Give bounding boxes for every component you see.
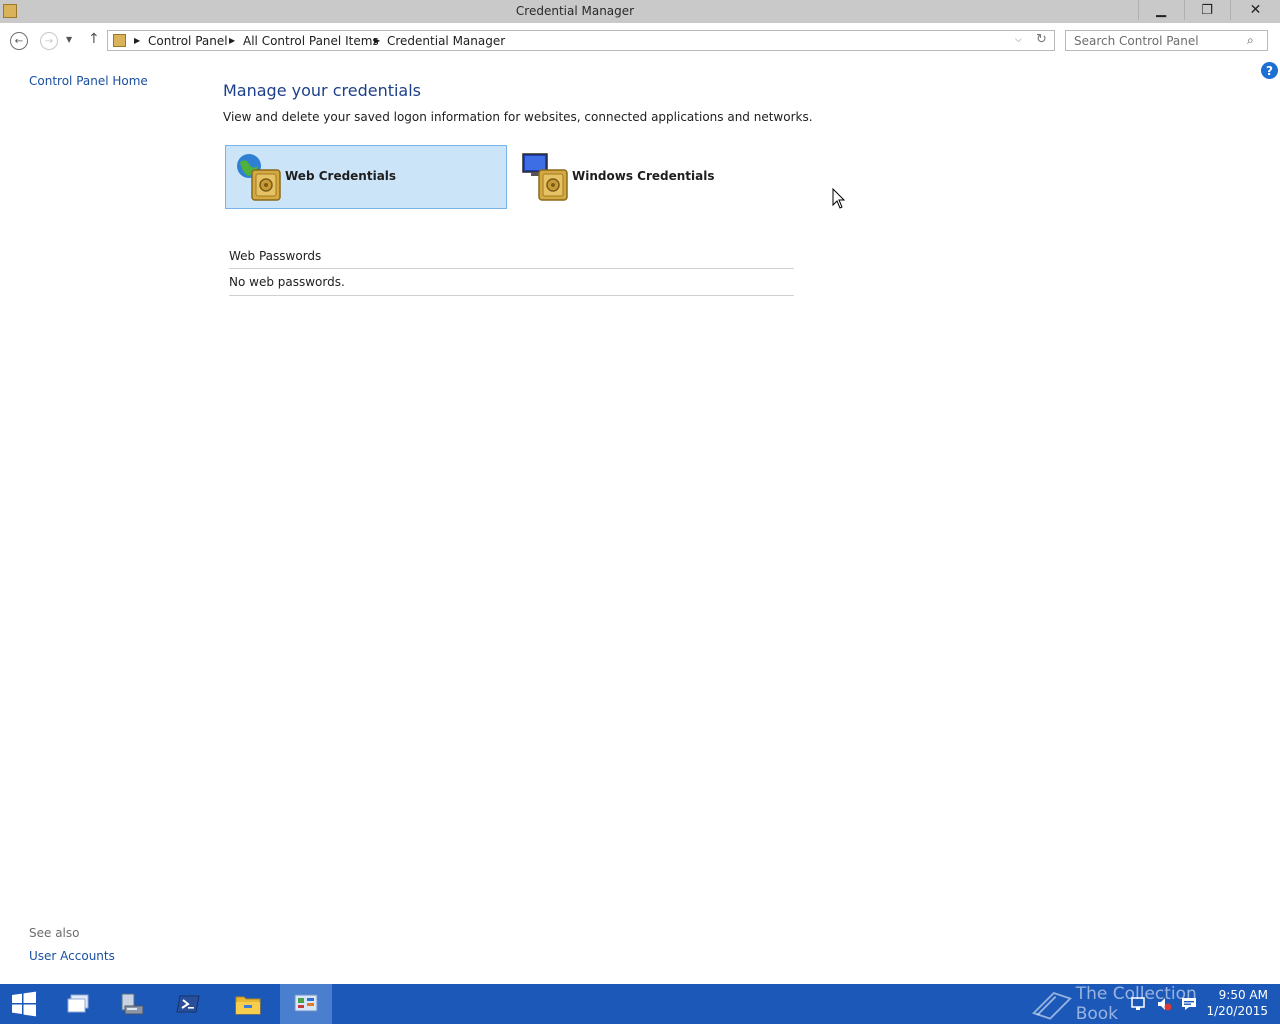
breadcrumb-all-items[interactable]: All Control Panel Items — [243, 34, 379, 48]
globe-vault-icon — [237, 154, 281, 201]
close-button[interactable]: ✕ — [1230, 0, 1280, 20]
windows-credentials-tile[interactable]: Windows Credentials — [512, 145, 794, 209]
back-button[interactable]: ← — [10, 32, 28, 50]
control-panel-icon — [113, 34, 126, 47]
chevron-down-icon: ▼ — [66, 35, 73, 44]
minimize-icon: ▁ — [1156, 2, 1166, 18]
search-box[interactable]: ⌕ — [1065, 30, 1268, 51]
control-panel-home-link[interactable]: Control Panel Home — [29, 74, 148, 88]
powershell-icon — [176, 995, 200, 1013]
breadcrumb-separator-icon[interactable]: ▶ — [229, 36, 235, 45]
windows-logo-icon — [12, 991, 36, 1017]
network-icon[interactable] — [1130, 996, 1146, 1012]
title-bar: Credential Manager ▁ ❐ ✕ — [0, 0, 1280, 23]
web-credentials-tile[interactable]: Web Credentials — [225, 145, 507, 209]
taskbar-task-view-button[interactable] — [52, 984, 104, 1024]
speaker-muted-icon[interactable] — [1156, 996, 1172, 1012]
start-button[interactable] — [0, 984, 48, 1024]
up-button[interactable]: ↑ — [88, 31, 100, 47]
clock-time: 9:50 AM — [1218, 988, 1268, 1002]
window-title: Credential Manager — [515, 4, 635, 18]
arrow-right-icon: → — [44, 35, 54, 47]
web-passwords-header: Web Passwords — [229, 249, 794, 269]
see-also-label: See also — [29, 926, 80, 940]
folder-icon — [235, 996, 261, 1015]
recent-locations-button[interactable]: ▼ — [66, 35, 72, 44]
breadcrumb-credential-manager[interactable]: Credential Manager — [387, 34, 505, 48]
taskbar-clock[interactable]: 9:50 AM 1/20/2015 — [1198, 987, 1268, 1019]
windows-stack-icon — [67, 994, 89, 1013]
question-mark-icon[interactable]: ? — [1261, 62, 1278, 79]
user-accounts-link[interactable]: User Accounts — [29, 949, 115, 963]
forward-button[interactable]: → — [40, 32, 58, 50]
web-passwords-empty-text: No web passwords. — [229, 275, 794, 296]
refresh-icon[interactable]: ↻ — [1036, 32, 1047, 47]
search-input[interactable] — [1066, 31, 1242, 50]
breadcrumb-separator-icon[interactable]: ▶ — [134, 36, 140, 45]
address-dropdown-icon[interactable]: ⌵ — [1015, 35, 1022, 45]
taskbar-powershell-button[interactable] — [162, 984, 214, 1024]
taskbar: The Collection Book 9:50 AM 1/20/2015 — [0, 984, 1280, 1024]
restore-icon: ❐ — [1201, 2, 1213, 18]
breadcrumb-separator-icon[interactable]: ▶ — [374, 36, 380, 45]
breadcrumb-control-panel[interactable]: Control Panel — [148, 34, 228, 48]
action-center-icon[interactable] — [1181, 996, 1197, 1012]
taskbar-file-explorer-button[interactable] — [222, 984, 274, 1024]
page-description: View and delete your saved logon informa… — [223, 110, 813, 124]
windows-credentials-label: Windows Credentials — [572, 169, 715, 183]
taskbar-server-manager-button[interactable] — [106, 984, 158, 1024]
page-title: Manage your credentials — [223, 81, 422, 100]
search-icon[interactable]: ⌕ — [1247, 33, 1254, 48]
navigation-bar: ← → ▼ ↑ ▶ Control Panel ▶ All Control Pa… — [0, 23, 1280, 59]
close-icon: ✕ — [1249, 2, 1262, 18]
restore-button[interactable]: ❐ — [1184, 0, 1229, 20]
monitor-vault-icon — [522, 153, 568, 201]
book-logo-icon — [1031, 991, 1072, 1020]
minimize-button[interactable]: ▁ — [1138, 0, 1183, 20]
address-bar[interactable]: ▶ Control Panel ▶ All Control Panel Item… — [107, 30, 1055, 51]
server-manager-icon — [121, 993, 144, 1015]
arrow-left-icon: ← — [14, 35, 24, 47]
arrow-up-icon: ↑ — [88, 31, 100, 47]
web-credentials-label: Web Credentials — [285, 169, 397, 183]
control-panel-icon — [294, 994, 318, 1012]
clock-date: 1/20/2015 — [1206, 1004, 1268, 1018]
taskbar-control-panel-button[interactable] — [280, 984, 332, 1024]
mouse-cursor-icon — [832, 188, 846, 209]
